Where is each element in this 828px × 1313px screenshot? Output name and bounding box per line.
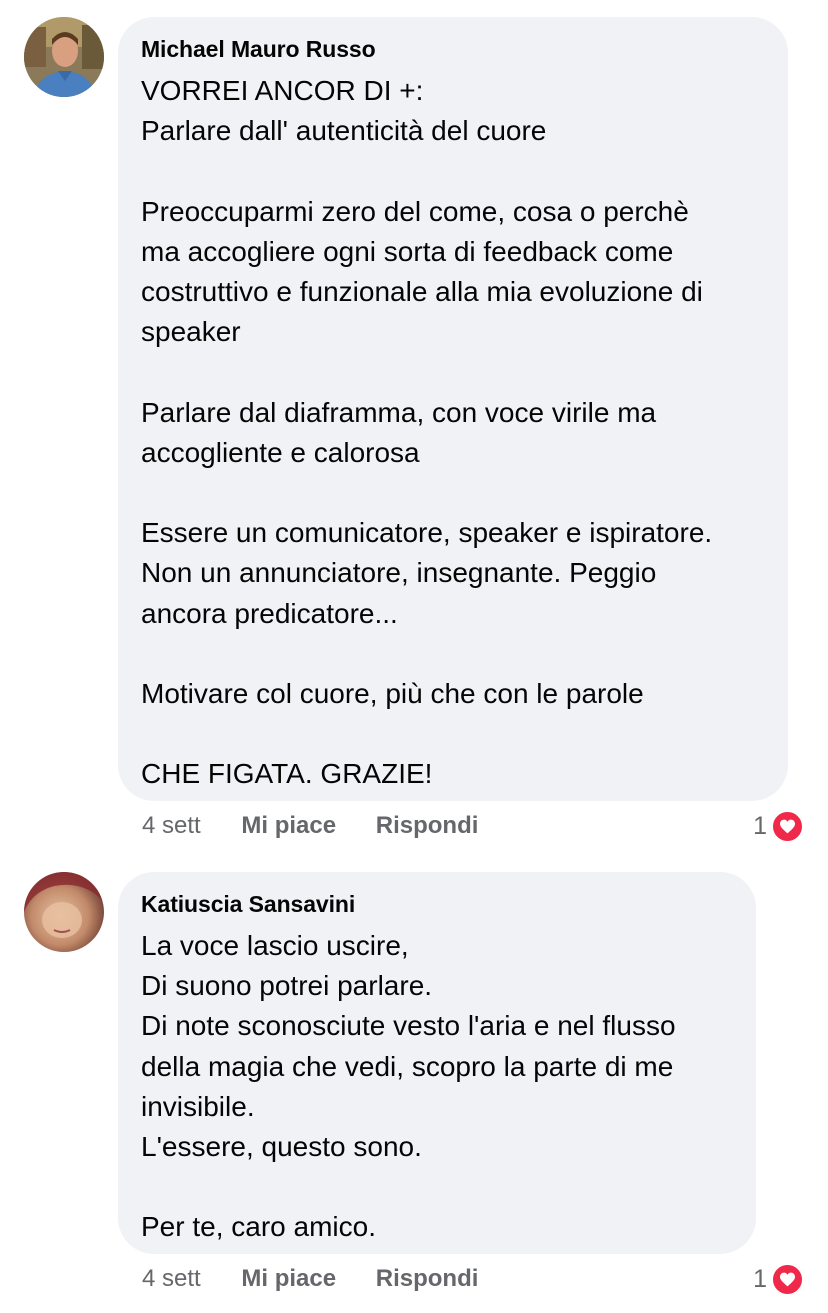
comment-actions: 4 sett Mi piace Rispondi	[142, 1263, 511, 1295]
reaction-summary[interactable]: 1	[753, 1262, 804, 1296]
reply-button[interactable]: Rispondi	[376, 1263, 479, 1295]
reaction-count: 1	[753, 811, 767, 840]
reply-button[interactable]: Rispondi	[376, 810, 479, 842]
reaction-summary[interactable]: 1	[753, 809, 804, 843]
profile-photo	[24, 17, 104, 97]
comment-author[interactable]: Katiuscia Sansavini	[141, 890, 734, 918]
comment-line: L'essere, questo sono.	[141, 1131, 422, 1163]
comment-line: Parlare dal diaframma, con voce virile m…	[141, 396, 657, 428]
like-button[interactable]: Mi piace	[241, 810, 336, 842]
comment-author[interactable]: Michael Mauro Russo	[141, 35, 766, 63]
comment-line	[141, 473, 766, 513]
comment-line: speaker	[141, 316, 241, 348]
comment-text: La voce lascio uscire, Di suono potrei p…	[141, 926, 734, 1248]
comment-line: Di note sconosciute vesto l'aria e nel f…	[141, 1010, 676, 1042]
comment-timestamp[interactable]: 4 sett	[142, 810, 201, 842]
avatar[interactable]	[24, 872, 104, 952]
comment-line: Di suono potrei parlare.	[141, 970, 433, 1002]
comment-line: La voce lascio uscire,	[141, 930, 409, 961]
comment-line: della magia che vedi, scopro la parte di…	[141, 1050, 674, 1082]
comment-bubble: Michael Mauro Russo VORREI ANCOR DI +: P…	[118, 17, 788, 801]
comment-line	[141, 151, 766, 191]
comment-line: CHE FIGATA. GRAZIE!	[141, 758, 433, 790]
like-button[interactable]: Mi piace	[241, 1263, 336, 1295]
comment-line	[141, 714, 766, 754]
avatar[interactable]	[24, 17, 104, 97]
heart-icon	[771, 1262, 804, 1296]
comment-line: ancora predicatore...	[141, 597, 398, 629]
comment-line	[141, 1167, 734, 1207]
comment-line	[141, 634, 766, 674]
comment-line: accogliente e calorosa	[141, 436, 420, 468]
comment-text: VORREI ANCOR DI +: Parlare dall' autenti…	[141, 71, 766, 795]
comment-line: invisibile.	[141, 1090, 255, 1122]
profile-photo	[24, 872, 104, 952]
comment-line: Per te, caro amico.	[141, 1211, 376, 1243]
comment-line: Motivare col cuore, più che con le parol…	[141, 677, 644, 709]
comment-line	[141, 352, 766, 392]
comment-line: costruttivo e funzionale alla mia evoluz…	[141, 276, 703, 307]
comment-line: Parlare dall' autenticità del cuore	[141, 115, 547, 147]
comment-timestamp[interactable]: 4 sett	[142, 1263, 201, 1295]
heart-icon	[771, 809, 804, 843]
comment-bubble: Katiuscia Sansavini La voce lascio uscir…	[118, 872, 756, 1254]
comment-line: ma accogliere ogni sorta di feedback com…	[141, 235, 674, 267]
comment-line: Preoccuparmi zero del come, cosa o perch…	[141, 195, 689, 227]
comment-line: VORREI ANCOR DI +:	[141, 75, 424, 106]
comment-line: Essere un comunicatore, speaker e ispira…	[141, 517, 713, 549]
comment-line: Non un annunciatore, insegnante. Peggio	[141, 557, 657, 589]
comment-actions: 4 sett Mi piace Rispondi	[142, 810, 511, 842]
reaction-count: 1	[753, 1264, 767, 1293]
